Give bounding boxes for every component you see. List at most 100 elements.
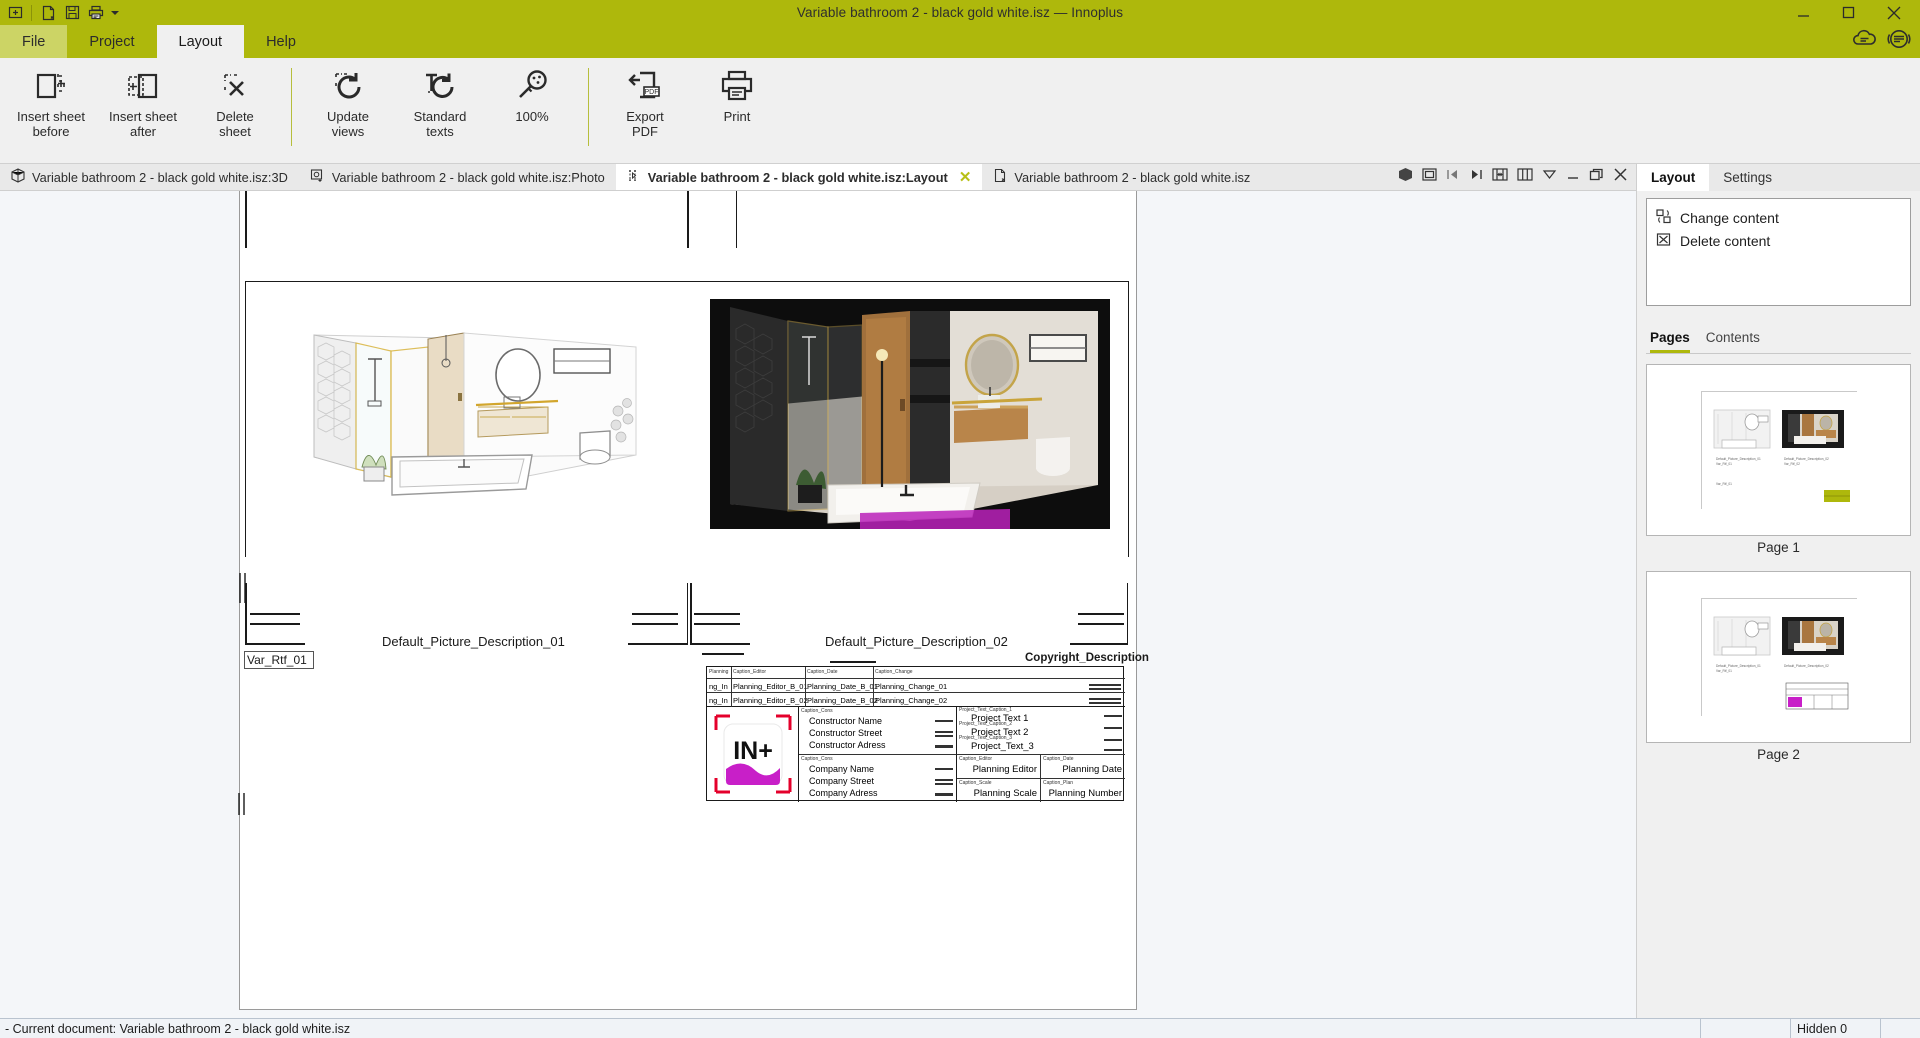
company-name: Company Name <box>809 764 875 774</box>
var-rtf-box[interactable]: Var_Rtf_01 <box>244 651 314 669</box>
dropdown-icon[interactable] <box>1542 167 1557 187</box>
sheet-page[interactable]: Default_Picture_Description_01 Default_P… <box>238 191 1149 1010</box>
title-block[interactable]: Planning Caption_Editor Caption_Date Cap… <box>706 666 1125 802</box>
title-block-row[interactable]: ng_In Planning_Editor_B_01 Planning_Date… <box>707 679 1125 693</box>
fit-width-icon[interactable] <box>1492 167 1508 187</box>
doc-tab-3d[interactable]: Variable bathroom 2 - black gold white.i… <box>0 164 299 190</box>
crop-mark-top-left <box>245 191 305 248</box>
change-content-action[interactable]: Change content <box>1656 206 1910 229</box>
page-thumbnail-card[interactable]: Default_Picture_Description_01 Var_Rtf_0… <box>1646 364 1911 536</box>
number-cell[interactable]: Caption_Plan Planning Number <box>1041 779 1125 802</box>
menu-tab-help[interactable]: Help <box>244 25 318 58</box>
row1-cell-editor: Planning_Editor_B_01 <box>733 682 808 691</box>
export-pdf-icon: PDF <box>626 66 664 106</box>
export-pdf-button[interactable]: PDF Export PDF <box>599 58 691 139</box>
insert-sheet-after-button[interactable]: Insert sheet after <box>97 58 189 139</box>
subtab-pages[interactable]: Pages <box>1650 330 1690 353</box>
page-1-label: Page 1 <box>1757 540 1800 555</box>
header-cell-planning: Planning <box>709 669 729 675</box>
picture-caption-right[interactable]: Default_Picture_Description_02 <box>825 634 1008 649</box>
constructor-name: Constructor Name <box>809 716 883 726</box>
cloud-chat-icon[interactable] <box>1852 28 1878 55</box>
delete-sheet-icon <box>217 66 253 106</box>
guide-dash <box>1078 613 1124 615</box>
copyright-label[interactable]: Copyright_Description <box>1025 652 1149 664</box>
minimize-icon[interactable] <box>1566 167 1580 187</box>
picture-right[interactable] <box>710 299 1110 529</box>
doc-tab-layout[interactable]: Variable bathroom 2 - black gold white.i… <box>615 164 983 190</box>
header-cell-change: Caption_Change <box>875 669 913 675</box>
guide-dash <box>1078 623 1124 625</box>
status-bar: - Current document: Variable bathroom 2 … <box>0 1018 1920 1038</box>
project-text-3: Project_Text_3 <box>971 741 1034 752</box>
right-panel-tab-settings[interactable]: Settings <box>1709 164 1786 191</box>
support-chat-icon[interactable] <box>1886 28 1912 55</box>
standard-texts-button[interactable]: Standard texts <box>394 58 486 139</box>
layout-canvas[interactable]: Default_Picture_Description_01 Default_P… <box>0 191 1636 1018</box>
right-panel-subtabs: Pages Contents <box>1646 330 1911 354</box>
constructor-cell[interactable]: Caption_Cons Constructor Name Constructo… <box>799 707 957 755</box>
guide-dash <box>250 613 300 615</box>
standard-texts-label: Standard texts <box>413 109 467 139</box>
cube-icon[interactable] <box>1398 167 1413 187</box>
title-block-row[interactable]: ng_In Planning_Editor_B_02 Planning_Date… <box>707 693 1125 707</box>
guide-dash <box>694 613 740 615</box>
prev-page-icon[interactable] <box>1446 167 1460 187</box>
scale-cell[interactable]: Caption_Scale Planning Scale <box>957 779 1041 802</box>
close-button[interactable] <box>1871 0 1916 25</box>
doc-tab-document[interactable]: Variable bathroom 2 - black gold white.i… <box>982 164 1261 190</box>
menu-tab-file[interactable]: File <box>0 25 68 58</box>
layout-icon <box>627 168 641 186</box>
print-button[interactable]: Print <box>691 58 783 124</box>
menu-bar: File Project Layout Help <box>0 25 1920 58</box>
number-caption: Caption_Plan <box>1043 780 1074 786</box>
editor-cell[interactable]: Caption_Editor Planning Editor <box>957 755 1041 779</box>
logo-cell[interactable]: IN+ <box>707 707 799 802</box>
update-views-button[interactable]: Update views <box>302 58 394 139</box>
print-icon <box>719 66 755 106</box>
right-panel-tab-layout[interactable]: Layout <box>1637 164 1710 191</box>
subtab-contents[interactable]: Contents <box>1706 330 1760 353</box>
scale-caption: Caption_Scale <box>959 780 992 786</box>
menu-tab-layout[interactable]: Layout <box>156 25 245 58</box>
header-cell-date: Caption_Date <box>807 669 838 675</box>
ribbon-toolbar: Insert sheet before Insert sheet after D… <box>0 58 1920 164</box>
company-cell[interactable]: Caption_Cons Company Name Company Street… <box>799 755 957 802</box>
title-bar: Variable bathroom 2 - black gold white.i… <box>0 0 1920 25</box>
page-thumbnail: Default_Picture_Description_01 Var_Rtf_0… <box>1700 598 1858 717</box>
restore-icon[interactable] <box>1589 167 1604 187</box>
delete-content-action[interactable]: Delete content <box>1656 229 1910 252</box>
export-pdf-label: Export PDF <box>626 109 664 139</box>
delete-sheet-button[interactable]: Delete sheet <box>189 58 281 139</box>
status-cells: Hidden 0 <box>1700 1018 1920 1038</box>
page-thumbnail-card[interactable]: Default_Picture_Description_01 Var_Rtf_0… <box>1646 571 1911 743</box>
restore-view-icon[interactable] <box>1422 167 1437 187</box>
constructor-street: Constructor Street <box>809 728 883 738</box>
row2-cell-editor: Planning_Editor_B_02 <box>733 696 808 705</box>
doc-tab-close-icon[interactable]: ✕ <box>959 168 972 186</box>
status-cell-hidden: Hidden 0 <box>1790 1018 1880 1038</box>
company-caption: Caption_Cons <box>801 756 833 762</box>
guide-dash <box>830 661 876 663</box>
picture-left[interactable] <box>296 307 641 512</box>
company-street: Company Street <box>809 776 875 786</box>
right-panel-tabs: Layout Settings <box>1637 164 1920 191</box>
cube-icon <box>11 168 25 186</box>
close-icon[interactable] <box>1613 167 1628 187</box>
project-cell[interactable]: Project_Text_Caption_1 Project Text 1 Pr… <box>957 707 1125 755</box>
crop-tick-left-bottom <box>234 793 248 815</box>
pages-list[interactable]: Default_Picture_Description_01 Var_Rtf_0… <box>1646 364 1911 762</box>
svg-text:Default_Picture_Description_02: Default_Picture_Description_02 <box>1784 664 1829 668</box>
columns-icon[interactable] <box>1517 167 1533 187</box>
delete-content-icon <box>1656 232 1671 250</box>
next-page-icon[interactable] <box>1469 167 1483 187</box>
doc-tab-photo[interactable]: Variable bathroom 2 - black gold white.i… <box>299 164 616 190</box>
picture-caption-left[interactable]: Default_Picture_Description_01 <box>382 634 565 649</box>
zoom-100-button[interactable]: 100% <box>486 58 578 124</box>
menu-tab-project[interactable]: Project <box>67 25 156 58</box>
maximize-button[interactable] <box>1826 0 1871 25</box>
minimize-button[interactable] <box>1781 0 1826 25</box>
date-cell[interactable]: Caption_Date Planning Date <box>1041 755 1125 779</box>
guide-dash <box>632 623 678 625</box>
insert-sheet-before-button[interactable]: Insert sheet before <box>5 58 97 139</box>
